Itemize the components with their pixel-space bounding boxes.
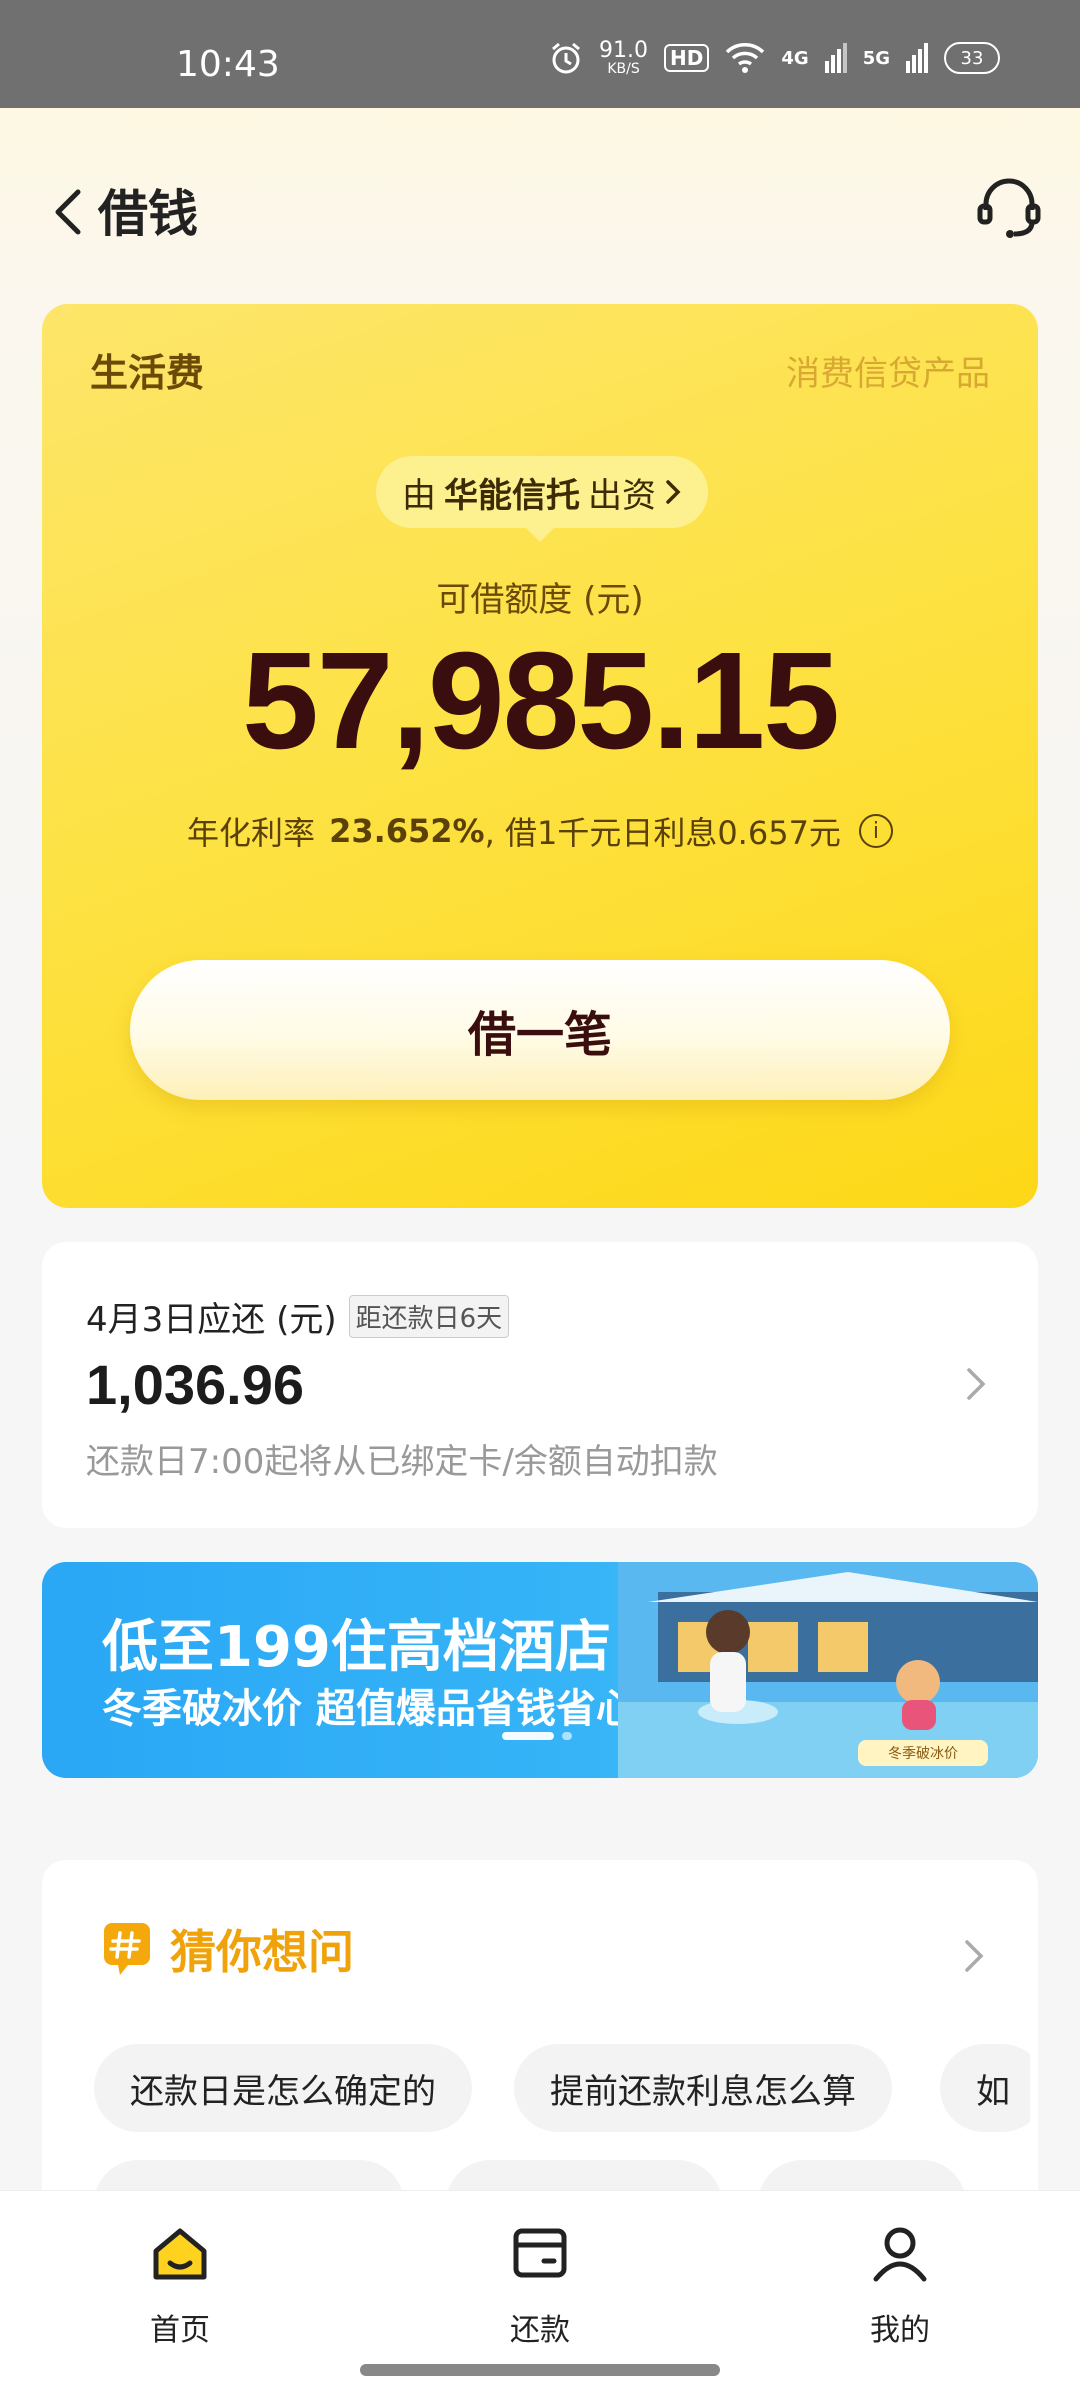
wallet-icon [513,2228,567,2278]
rate-prefix: 年化利率 [187,814,316,852]
borrow-button[interactable]: 借一笔 [130,960,950,1100]
banner-subtitle: 冬季破冰价 超值爆品省钱省心 [102,1686,636,1732]
page-title: 借钱 [98,185,198,243]
repayment-title: 4月3日应还 (元) [86,1300,337,1340]
nav-home-label: 首页 [150,2313,210,2348]
top-nav: 借钱 [0,108,1080,298]
carousel-dot [562,1732,572,1740]
network-type-1: 4G [781,47,809,69]
customer-service-icon[interactable] [974,172,1044,242]
info-icon[interactable]: i [858,814,893,848]
banner-title: 低至199住高档酒店 [102,1615,611,1680]
wifi-icon [726,43,765,73]
signal-icon-2 [906,43,928,73]
rate-suffix: , 借1千元日利息0.657元 [484,814,841,852]
limit-label: 可借额度 (元) [436,580,644,620]
home-icon [153,2228,207,2280]
days-left-badge: 距还款日6天 [348,1295,510,1338]
carousel-dot-active [502,1732,554,1740]
banner-art-label: 冬季破冰价 [888,1746,958,1762]
faq-header: 猜你想问 [102,1916,354,1982]
battery-icon: 33 [944,42,1000,74]
rate-value: 23.652% [329,812,485,850]
nav-repay-label: 还款 [510,2313,570,2348]
repayment-title-row: 4月3日应还 (元) 距还款日6天 [86,1292,510,1341]
back-arrow-icon[interactable] [44,170,94,250]
carousel-indicator [502,1732,572,1740]
alarm-icon [552,42,581,74]
nav-home[interactable]: 首页 [100,2221,260,2349]
funder-name: 华能信托 [444,475,580,516]
hotel-illustration: 冬季破冰价 [618,1562,1038,1778]
faq-chip[interactable]: 还款日是怎么确定的 [94,2044,472,2132]
faq-chips-row-1: 还款日是怎么确定的 提前还款利息怎么算 如 [94,2044,1030,2144]
promo-banner[interactable]: 低至199住高档酒店 冬季破冰价 超值爆品省钱省心 冬季破冰价 [42,1562,1038,1778]
status-icons: 91.0 KB/S HD 4G 5G 33 [549,40,1000,76]
status-bar: 10:43 91.0 KB/S HD 4G 5G 33 [0,0,1080,108]
faq-chip[interactable]: 如 [940,2044,1030,2132]
chevron-right-icon [967,1368,986,1400]
nav-mine-label: 我的 [870,2313,930,2348]
network-speed-value: 91.0 [599,38,649,63]
repayment-note: 还款日7:00起将从已绑定卡/余额自动扣款 [86,1442,718,1482]
nav-mine[interactable]: 我的 [820,2221,980,2349]
faq-title: 猜你想问 [170,1925,354,1979]
chevron-right-icon[interactable] [962,1936,986,1976]
user-icon [873,2227,927,2282]
network-speed: 91.0 KB/S [599,38,649,77]
rate-info: 年化利率 23.652% , 借1千元日利息0.657元 i [42,808,1038,854]
home-indicator[interactable] [360,2364,720,2376]
hashtag-icon [104,1923,150,1975]
limit-value: 57,985.15 [242,624,840,778]
faq-chip[interactable]: 提前还款利息怎么算 [514,2044,892,2132]
funder-link[interactable]: 由 华能信托 出资 [376,456,708,542]
repayment-card[interactable]: 4月3日应还 (元) 距还款日6天 1,036.96 还款日7:00起将从已绑定… [42,1242,1038,1528]
loan-card: 生活费 消费信贷产品 由 华能信托 出资 可借额度 (元) 57,985.15 … [42,304,1038,1208]
funder-prefix: 由 [402,475,436,516]
funder-suffix: 出资 [588,475,656,516]
repayment-amount: 1,036.96 [86,1353,304,1416]
product-label: 生活费 [90,351,205,395]
network-speed-unit: KB/S [607,61,640,77]
nav-repay[interactable]: 还款 [460,2221,620,2349]
status-time: 10:43 [176,44,280,85]
network-type-2: 5G [862,47,890,69]
signal-icon [824,43,847,73]
hd-indicator: HD [664,44,710,72]
product-tag: 消费信贷产品 [786,354,990,394]
chevron-right-icon [666,480,681,504]
